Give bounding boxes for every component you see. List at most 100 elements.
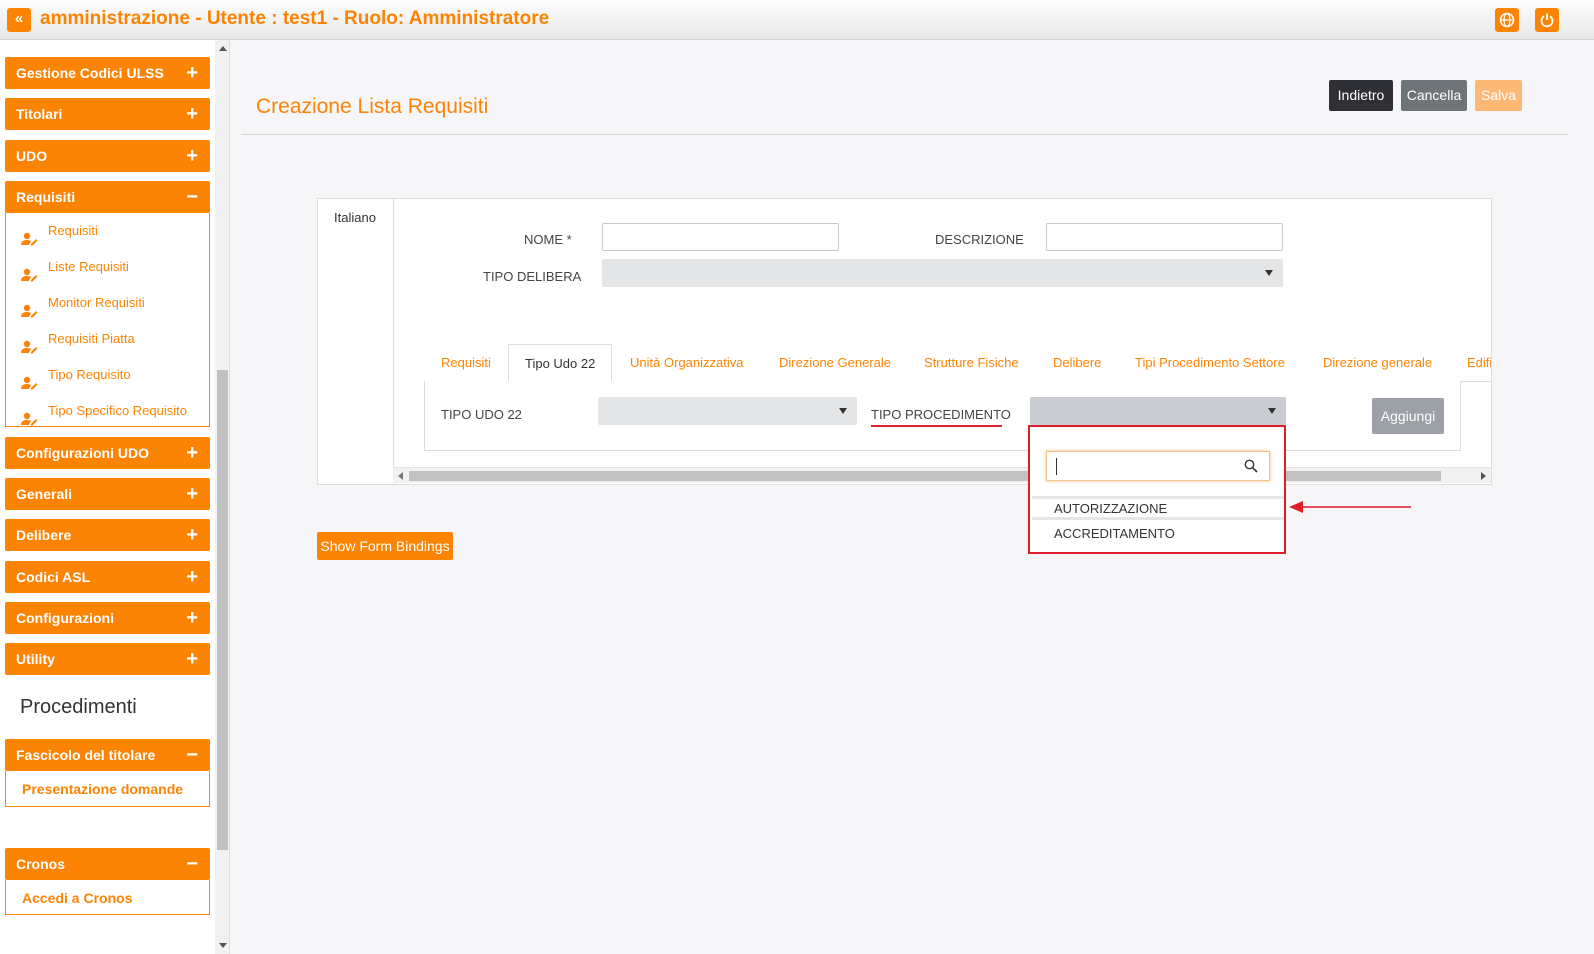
expand-icon: + (186, 442, 198, 464)
expand-icon: + (186, 145, 198, 167)
sidebar-item-tipo-specifico-requisito[interactable]: Tipo Specifico Requisito (6, 393, 209, 429)
menu-configurazioni[interactable]: Configurazioni + (5, 602, 210, 634)
app-title: amministrazione - Utente : test1 - Ruolo… (40, 8, 550, 29)
tab-tipo-udo-22[interactable]: Tipo Udo 22 (508, 344, 613, 381)
tab-requisiti[interactable]: Requisiti (441, 344, 491, 381)
menu-label: Requisiti (16, 189, 76, 205)
nome-input[interactable] (602, 223, 839, 251)
sidebar-item-label: Tipo Specifico Requisito (48, 403, 187, 418)
menu-label: Codici ASL (16, 569, 91, 585)
tipo-procedimento-select[interactable] (1030, 397, 1286, 425)
descrizione-input[interactable] (1046, 223, 1283, 251)
nome-label: NOME * (524, 232, 572, 247)
tab-italiano[interactable]: Italiano (317, 198, 394, 236)
dropdown-search-input[interactable] (1046, 451, 1270, 481)
menu-label: Gestione Codici ULSS (16, 65, 164, 81)
scroll-right-icon[interactable] (1481, 472, 1486, 480)
tipo-delibera-select[interactable] (602, 259, 1283, 287)
tab-unita-organizzativa[interactable]: Unità Organizzativa (630, 344, 743, 381)
collapse-icon: − (186, 853, 198, 875)
menu-utility[interactable]: Utility + (5, 643, 210, 675)
sidebar-item-tipo-requisito[interactable]: Tipo Requisito (6, 357, 209, 393)
requisiti-submenu: Requisiti Liste Requisiti Monitor Requis… (5, 213, 210, 427)
divider (393, 235, 394, 485)
cronos-submenu: Accedi a Cronos (5, 880, 210, 915)
chevron-down-icon (1265, 270, 1273, 276)
globe-icon[interactable] (1495, 8, 1519, 32)
menu-codici-asl[interactable]: Codici ASL + (5, 561, 210, 593)
expand-icon: + (186, 483, 198, 505)
tab-direzione-generale-2[interactable]: Direzione generale (1323, 344, 1432, 381)
menu-label: Configurazioni (16, 610, 114, 626)
tab-tipi-procedimento-settore[interactable]: Tipi Procedimento Settore (1135, 344, 1285, 381)
scrollbar-thumb[interactable] (409, 471, 1441, 481)
tab-strutture-fisiche[interactable]: Strutture Fisiche (924, 344, 1019, 381)
menu-label: Titolari (16, 106, 63, 122)
section-title-procedimenti: Procedimenti (20, 696, 137, 718)
menu-delibere[interactable]: Delibere + (5, 519, 210, 551)
sidebar-item-requisiti[interactable]: Requisiti (6, 213, 209, 249)
descrizione-label: DESCRIZIONE (935, 232, 1024, 247)
menu-cronos[interactable]: Cronos − (5, 848, 210, 880)
page-title: Creazione Lista Requisiti (256, 95, 489, 118)
power-icon[interactable] (1535, 8, 1559, 32)
menu-udo[interactable]: UDO + (5, 140, 210, 172)
tab-edifici[interactable]: Edifi (1467, 344, 1491, 381)
sidebar-item-presentazione-domande[interactable]: Presentazione domande (6, 771, 209, 807)
scroll-up-icon[interactable] (219, 46, 227, 51)
tipo-udo-22-select[interactable] (598, 397, 857, 425)
sidebar-item-label: Tipo Requisito (48, 367, 131, 382)
fascicolo-submenu: Presentazione domande (5, 771, 210, 807)
menu-label: Configurazioni UDO (16, 445, 149, 461)
add-button[interactable]: Aggiungi (1372, 398, 1444, 434)
scrollbar-thumb[interactable] (217, 370, 228, 850)
menu-label: Delibere (16, 527, 72, 543)
annotation-arrow-icon (1289, 501, 1411, 513)
menu-gestione-codici-ulss[interactable]: Gestione Codici ULSS + (5, 57, 210, 89)
menu-titolari[interactable]: Titolari + (5, 98, 210, 130)
menu-label: Fascicolo del titolare (16, 747, 156, 763)
menu-generali[interactable]: Generali + (5, 478, 210, 510)
menu-label: Generali (16, 486, 73, 502)
collapse-icon: − (186, 744, 198, 766)
dropdown-option-accreditamento[interactable]: ACCREDITAMENTO (1032, 522, 1284, 546)
expand-icon: + (186, 607, 198, 629)
user-edit-icon (21, 404, 38, 440)
tab-delibere[interactable]: Delibere (1053, 344, 1101, 381)
scroll-down-icon[interactable] (219, 943, 227, 948)
collapse-sidebar-icon[interactable]: « (7, 8, 31, 32)
menu-label: Cronos (16, 856, 65, 872)
scroll-left-icon[interactable] (398, 472, 403, 480)
cancel-button[interactable]: Cancella (1401, 80, 1467, 111)
expand-icon: + (186, 524, 198, 546)
chevron-down-icon (1268, 408, 1276, 414)
tipo-procedimento-label: TIPO PROCEDIMENTO (871, 407, 1011, 422)
show-form-bindings-button[interactable]: Show Form Bindings (317, 532, 453, 560)
tipo-delibera-label: TIPO DELIBERA (483, 269, 582, 284)
sidebar-item-requisiti-piatta[interactable]: Requisiti Piatta (6, 321, 209, 357)
expand-icon: + (186, 103, 198, 125)
back-button[interactable]: Indietro (1329, 80, 1393, 111)
sidebar-item-accedi-a-cronos[interactable]: Accedi a Cronos (6, 880, 209, 916)
save-button[interactable]: Salva (1475, 80, 1522, 111)
horizontal-scrollbar[interactable] (393, 467, 1491, 483)
dropdown-option-autorizzazione[interactable]: AUTORIZZAZIONE (1032, 496, 1284, 520)
expand-icon: + (186, 648, 198, 670)
expand-icon: + (186, 566, 198, 588)
sidebar-item-label: Liste Requisiti (48, 259, 129, 274)
sidebar-item-monitor-requisiti[interactable]: Monitor Requisiti (6, 285, 209, 321)
tipo-udo-22-label: TIPO UDO 22 (441, 407, 522, 422)
chevron-down-icon (839, 408, 847, 414)
collapse-icon: − (186, 186, 198, 208)
search-icon (1244, 459, 1258, 473)
sidebar-item-label: Requisiti (48, 223, 98, 238)
menu-requisiti[interactable]: Requisiti − (5, 181, 210, 213)
top-bar: « amministrazione - Utente : test1 - Ruo… (0, 0, 1594, 40)
menu-fascicolo-del-titolare[interactable]: Fascicolo del titolare − (5, 739, 210, 771)
sidebar-item-liste-requisiti[interactable]: Liste Requisiti (6, 249, 209, 285)
sidebar-item-label: Requisiti Piatta (48, 331, 135, 346)
sidebar-scrollbar[interactable] (215, 40, 230, 954)
menu-label: Utility (16, 651, 55, 667)
menu-configurazioni-udo[interactable]: Configurazioni UDO + (5, 437, 210, 469)
tab-direzione-generale[interactable]: Direzione Generale (779, 344, 891, 381)
